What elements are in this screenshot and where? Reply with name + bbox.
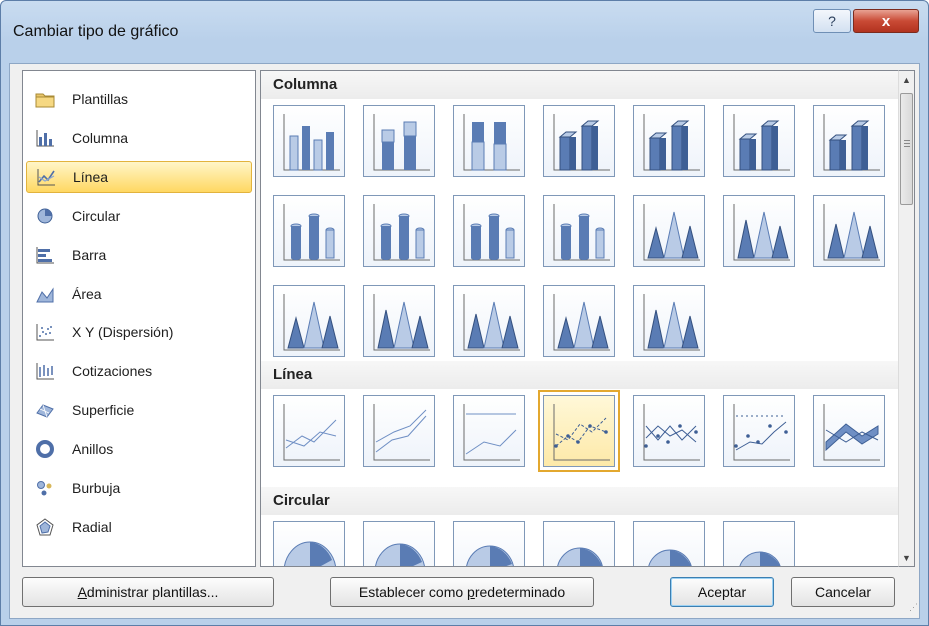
- ok-label: Aceptar: [697, 584, 747, 600]
- ok-button[interactable]: Aceptar: [670, 577, 774, 607]
- chart-subtype-circular-3[interactable]: [543, 521, 615, 566]
- chart-type-item-6[interactable]: X Y (Dispersión): [26, 316, 252, 348]
- change-chart-type-dialog: Cambiar tipo de gráfico ? x Plantillas Co…: [0, 0, 929, 626]
- stock-chart-icon: [34, 360, 56, 382]
- set-default-button[interactable]: Establecer como predeterminado: [330, 577, 594, 607]
- chart-subtype-columna-1[interactable]: [363, 105, 435, 177]
- chart-subtype-línea-4[interactable]: [633, 395, 705, 467]
- set-default-label: Establecer como predeterminado: [358, 584, 566, 600]
- chart-type-label: Plantillas: [72, 91, 129, 107]
- chart-type-label: Cotizaciones: [72, 363, 153, 380]
- manage-templates-label: Administrar plantillas...: [77, 584, 219, 600]
- chart-type-item-0[interactable]: Plantillas: [26, 83, 252, 115]
- scroll-up-arrow-icon[interactable]: ▲: [899, 71, 914, 88]
- dialog-body: Plantillas Columna Línea Circular Barra Área X…: [9, 63, 920, 619]
- close-icon: x: [881, 12, 891, 30]
- chart-subtype-columna-8[interactable]: [363, 195, 435, 267]
- chart-subtype-circular-2[interactable]: [453, 521, 525, 566]
- chart-type-item-4[interactable]: Barra: [26, 239, 252, 271]
- chart-subtype-circular-5[interactable]: [723, 521, 795, 566]
- chart-type-label: Barra: [72, 246, 107, 263]
- chart-type-label: Anillos: [72, 441, 114, 458]
- chart-type-label: Línea: [73, 168, 109, 185]
- chart-subtype-columna-5[interactable]: [723, 105, 795, 177]
- chart-subtype-columna-4[interactable]: [633, 105, 705, 177]
- bubble-chart-icon: [34, 477, 56, 499]
- chart-subtype-columna-15[interactable]: [363, 285, 435, 357]
- chart-type-label: Columna: [72, 129, 129, 146]
- chart-subtype-columna-2[interactable]: [453, 105, 525, 177]
- gallery-section-header: Línea: [261, 361, 898, 389]
- chart-subtype-línea-2[interactable]: [453, 395, 525, 467]
- gallery-scrollbar[interactable]: ▲ ▼: [898, 70, 915, 567]
- scrollbar-thumb[interactable]: [900, 93, 913, 205]
- doughnut-chart-icon: [34, 438, 56, 460]
- chart-subtype-línea-5[interactable]: [723, 395, 795, 467]
- chart-type-label: Radial: [72, 518, 112, 535]
- area-chart-icon: [34, 283, 56, 305]
- chart-type-item-9[interactable]: Anillos: [26, 433, 252, 465]
- chart-type-item-1[interactable]: Columna: [26, 122, 252, 154]
- chart-subtype-columna-10[interactable]: [543, 195, 615, 267]
- chart-subtype-columna-18[interactable]: [633, 285, 705, 357]
- chart-type-label: Burbuja: [72, 480, 121, 496]
- help-icon: ?: [828, 13, 836, 29]
- chart-subtype-circular-4[interactable]: [633, 521, 705, 566]
- radar-chart-icon: [34, 516, 56, 538]
- close-button[interactable]: x: [853, 9, 919, 33]
- gallery-section-header: Circular: [261, 487, 898, 515]
- resize-grip-icon[interactable]: ⋰: [906, 603, 918, 616]
- chart-subtype-circular-0[interactable]: [273, 521, 345, 566]
- chart-subtype-columna-7[interactable]: [273, 195, 345, 267]
- chart-type-item-5[interactable]: Área: [26, 278, 252, 310]
- bar-chart-icon: [34, 244, 56, 266]
- folder-icon: [34, 88, 56, 110]
- chart-subtype-columna-17[interactable]: [543, 285, 615, 357]
- chart-subtype-columna-6[interactable]: [813, 105, 885, 177]
- chart-type-item-11[interactable]: Radial: [26, 511, 252, 543]
- surface-chart-icon: [34, 399, 56, 421]
- chart-subtype-circular-1[interactable]: [363, 521, 435, 566]
- chart-type-label: Superficie: [72, 402, 135, 419]
- pie-chart-icon: [34, 205, 56, 227]
- chart-subtype-columna-9[interactable]: [453, 195, 525, 267]
- chart-type-list: Plantillas Columna Línea Circular Barra Área X…: [22, 70, 256, 567]
- line-chart-icon: [35, 166, 57, 188]
- chart-subtype-columna-0[interactable]: [273, 105, 345, 177]
- chart-type-label: X Y (Dispersión): [72, 324, 174, 341]
- chart-subtype-columna-12[interactable]: [723, 195, 795, 267]
- chart-type-item-7[interactable]: Cotizaciones: [26, 355, 252, 387]
- chart-subtype-línea-1[interactable]: [363, 395, 435, 467]
- chart-subtype-gallery: Columna Línea Circular: [260, 70, 898, 567]
- chart-type-item-8[interactable]: Superficie: [26, 394, 252, 426]
- chart-type-label: Circular: [72, 207, 121, 224]
- chart-subtype-línea-6[interactable]: [813, 395, 885, 467]
- manage-templates-button[interactable]: Administrar plantillas...: [22, 577, 274, 607]
- chart-subtype-columna-13[interactable]: [813, 195, 885, 267]
- chart-type-item-2[interactable]: Línea: [26, 160, 252, 193]
- gallery-section-header: Columna: [261, 71, 898, 99]
- chart-subtype-columna-11[interactable]: [633, 195, 705, 267]
- chart-type-label: Área: [72, 285, 102, 302]
- cancel-button[interactable]: Cancelar: [791, 577, 895, 607]
- scroll-down-arrow-icon[interactable]: ▼: [899, 549, 914, 566]
- chart-type-item-3[interactable]: Circular: [26, 200, 252, 232]
- title-bar: Cambiar tipo de gráfico ? x: [1, 1, 928, 63]
- scatter-chart-icon: [34, 321, 56, 343]
- chart-subtype-columna-3[interactable]: [543, 105, 615, 177]
- chart-subtype-columna-14[interactable]: [273, 285, 345, 357]
- dialog-title: Cambiar tipo de gráfico: [13, 23, 179, 40]
- column-chart-icon: [34, 127, 56, 149]
- chart-subtype-línea-3[interactable]: [538, 390, 620, 472]
- cancel-label: Cancelar: [814, 584, 872, 600]
- chart-type-item-10[interactable]: Burbuja: [26, 472, 252, 504]
- chart-subtype-línea-0[interactable]: [273, 395, 345, 467]
- chart-subtype-columna-16[interactable]: [453, 285, 525, 357]
- help-button[interactable]: ?: [813, 9, 851, 33]
